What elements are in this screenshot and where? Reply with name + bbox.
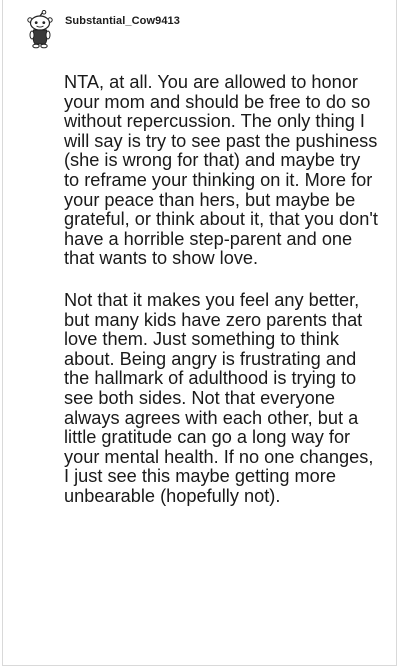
comment-author[interactable]: Substantial_Cow9413: [65, 15, 180, 27]
comment-header: Substantial_Cow9413: [23, 10, 180, 50]
comment-card: Substantial_Cow9413 NTA, at all. You are…: [2, 0, 397, 666]
comment-body: NTA, at all. You are allowed to honor yo…: [64, 72, 378, 528]
comment-paragraph: NTA, at all. You are allowed to honor yo…: [64, 72, 378, 269]
reddit-snoo-avatar-icon[interactable]: [23, 10, 57, 50]
comment-paragraph: Not that it makes you feel any better, b…: [64, 289, 374, 506]
